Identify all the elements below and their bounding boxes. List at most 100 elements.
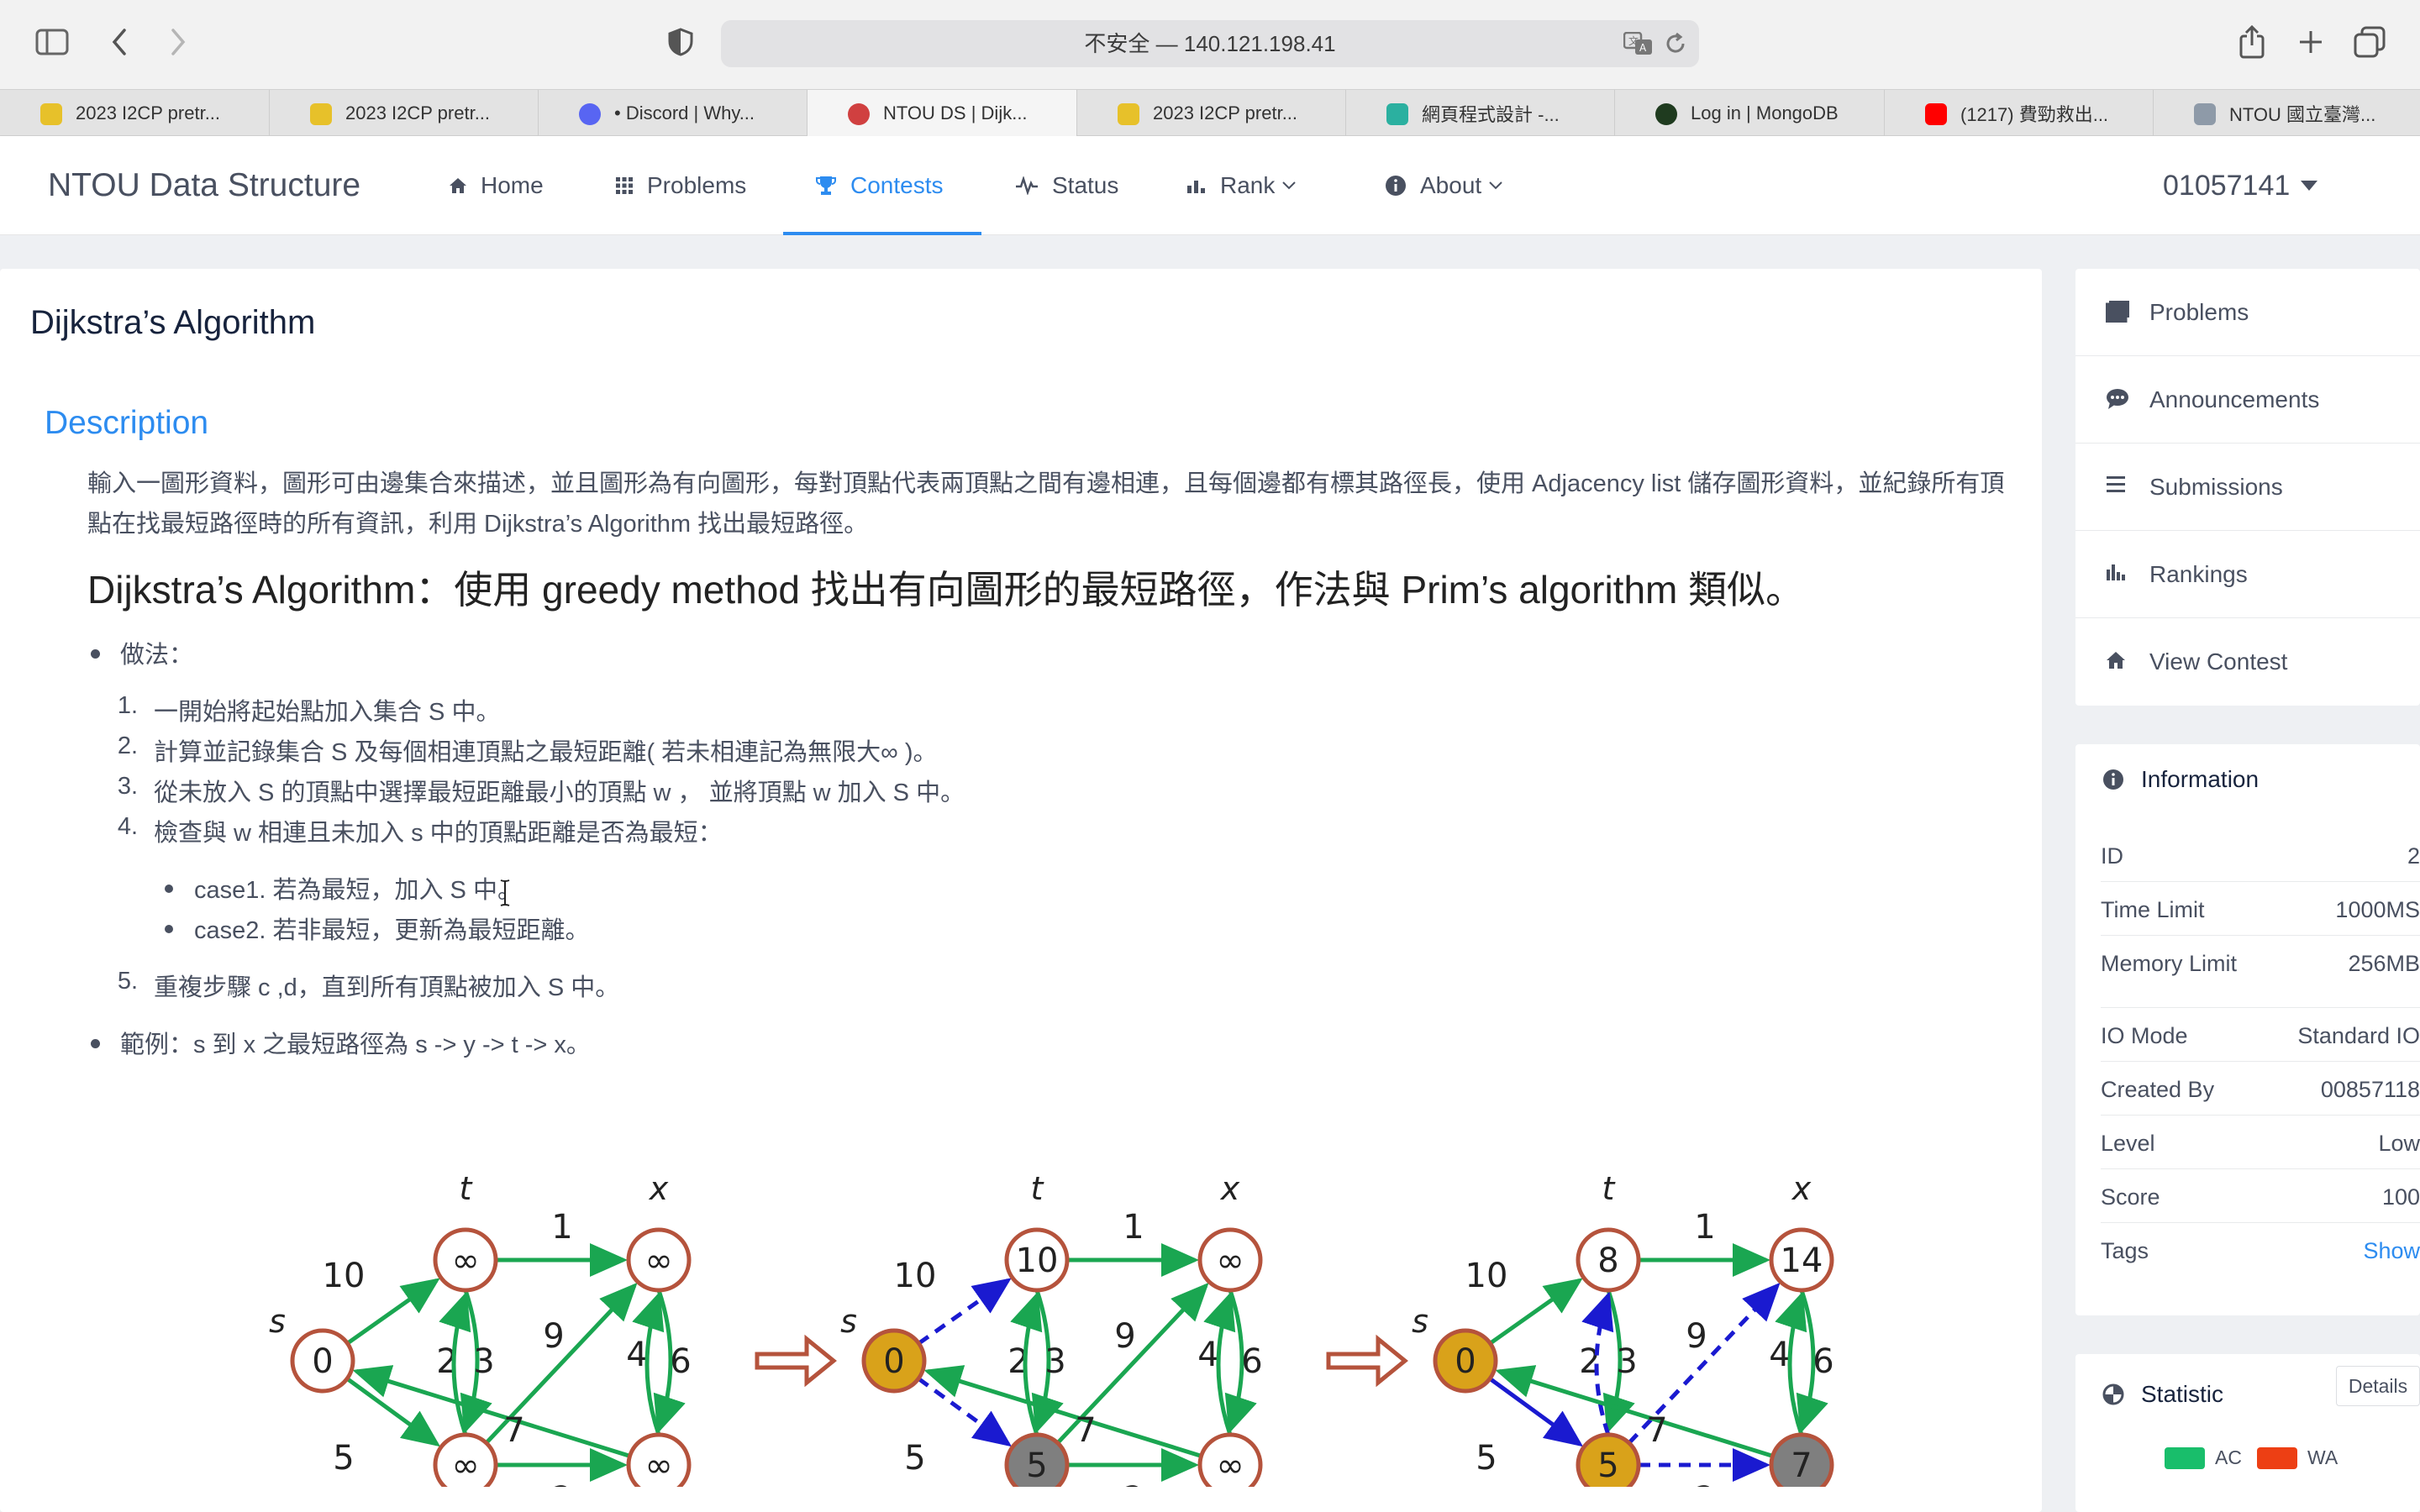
edge-weight-label: 4	[1769, 1336, 1790, 1374]
edge-weight-label: 9	[543, 1317, 564, 1356]
edge-weight-label: 2	[1123, 1480, 1144, 1487]
vertex-distance: ∞	[1216, 1446, 1244, 1485]
vertex-label: x	[1791, 1170, 1812, 1207]
step-item: 重複步驟 c ,d，直到所有頂點被加入 S 中。	[154, 974, 620, 1001]
legend-wa[interactable]: WA	[2257, 1446, 2338, 1469]
nav-about-dropdown[interactable]: About	[1385, 136, 1503, 235]
vertex-label: t	[1602, 1170, 1617, 1207]
info-row-id: ID 2	[2101, 828, 2420, 882]
step-number: 5.	[117, 968, 138, 995]
details-button[interactable]: Details	[2336, 1366, 2420, 1406]
vertex-distance: 0	[1455, 1342, 1476, 1381]
problems-icon	[2106, 301, 2129, 323]
step-item: 計算並記錄集合 S 及每個相連頂點之最短距離( 若未相連記為無限大∞ )。	[154, 739, 938, 766]
hackmd-favicon-icon	[1386, 103, 1408, 125]
browser-tab[interactable]: 2023 I2CP pretr...	[0, 90, 270, 137]
browser-tab[interactable]: 網頁程式設計 -...	[1346, 90, 1615, 137]
vertex-distance: ∞	[1216, 1242, 1244, 1280]
edge-x-z	[1224, 1289, 1257, 1434]
ntou-favicon-icon	[848, 103, 870, 125]
nav-rank-dropdown[interactable]: Rank	[1186, 136, 1297, 235]
info-row-io-mode: IO Mode Standard IO	[2101, 1008, 2420, 1062]
browser-tab-active[interactable]: NTOU DS | Dijk...	[808, 90, 1077, 137]
edge-weight-label: 4	[626, 1336, 647, 1374]
menu-announcements[interactable]: Announcements	[2075, 356, 2420, 444]
algorithm-heading: Dijkstra’s Algorithm：使用 greedy method 找出…	[87, 568, 1805, 612]
contest-side-menu: Problems Announcements Submissions Ranki…	[2075, 269, 2420, 706]
browser-tab[interactable]: (1217) 費勁救出...	[1885, 90, 2154, 137]
browser-tab[interactable]: NTOU 國立臺灣...	[2154, 90, 2420, 137]
information-heading: Information	[2102, 766, 2259, 793]
new-tab-icon[interactable]	[2291, 22, 2331, 62]
nav-contests[interactable]: Contests	[815, 136, 944, 235]
browser-tab[interactable]: 2023 I2CP pretr...	[270, 90, 539, 137]
show-tags-link[interactable]: Show	[2363, 1238, 2420, 1264]
step-number: 2.	[117, 732, 138, 759]
nav-home[interactable]: Home	[449, 136, 544, 235]
graph-2: 10512397462010∞5∞stxyz	[840, 1170, 1263, 1487]
nav-status[interactable]: Status	[1015, 136, 1118, 235]
bullet-dot	[165, 885, 173, 893]
browser-tab[interactable]: 2023 I2CP pretr...	[1077, 90, 1346, 137]
vertex-label: s	[840, 1303, 857, 1340]
edge-weight-label: 5	[333, 1439, 354, 1478]
vertex-distance: ∞	[451, 1446, 479, 1485]
vertex-label: s	[1412, 1303, 1428, 1340]
forward-icon[interactable]	[158, 22, 198, 62]
reload-icon[interactable]	[1664, 32, 1687, 55]
edge-weight-label: 6	[1812, 1342, 1833, 1381]
pulse-icon	[1015, 176, 1039, 195]
edge-z-x	[632, 1291, 665, 1436]
sidebar-toggle-icon[interactable]	[32, 22, 72, 62]
vertex-distance: ∞	[451, 1242, 479, 1280]
edge-weight-label: 9	[1686, 1317, 1707, 1356]
transition-arrow	[1326, 1334, 1408, 1388]
share-icon[interactable]	[2232, 22, 2272, 62]
vertex-distance: 10	[1016, 1242, 1059, 1280]
edge-weight-label: 6	[670, 1342, 691, 1381]
translate-icon[interactable]: 文A	[1623, 32, 1654, 55]
browser-tab[interactable]: Log in | MongoDB	[1615, 90, 1885, 137]
step-number: 3.	[117, 773, 138, 800]
browser-tab[interactable]: • Discord | Why...	[539, 90, 808, 137]
edge-weight-label: 3	[1616, 1342, 1637, 1381]
brand-title[interactable]: NTOU Data Structure	[48, 136, 360, 235]
tab-overview-icon[interactable]	[2349, 22, 2390, 62]
edge-s-y	[345, 1377, 441, 1447]
statistic-heading: Statistic	[2102, 1381, 2223, 1408]
menu-submissions[interactable]: Submissions	[2075, 444, 2420, 531]
legend-ac[interactable]: AC	[2165, 1446, 2242, 1469]
info-row-level: Level Low	[2101, 1116, 2420, 1169]
menu-view-contest[interactable]: View Contest	[2075, 618, 2420, 706]
vertex-label: t	[1031, 1170, 1045, 1207]
privacy-shield-icon[interactable]	[660, 22, 701, 62]
edge-weight-label: 4	[1197, 1336, 1218, 1374]
vertex-label: x	[1220, 1170, 1240, 1207]
back-icon[interactable]	[99, 22, 139, 62]
case-item: case2. 若非最短，更新為最短距離。	[194, 917, 590, 944]
menu-rankings[interactable]: Rankings	[2075, 531, 2420, 618]
edge-weight-label: 10	[323, 1257, 366, 1295]
username: 01057141	[2163, 169, 2291, 202]
edge-weight-label: 1	[1694, 1208, 1715, 1247]
nav-problems[interactable]: Problems	[615, 136, 746, 235]
address-bar[interactable]: 不安全 — 140.121.198.41 文A	[721, 20, 1699, 67]
example-text: 範例：s 到 x 之最短路徑為 s -> y -> t -> x。	[120, 1032, 591, 1058]
discord-favicon-icon	[579, 103, 601, 125]
edge-z-x	[1775, 1291, 1807, 1436]
vertex-distance: 7	[1791, 1446, 1812, 1485]
info-row-tags: Tags Show	[2101, 1238, 2420, 1264]
edge-y-t	[439, 1291, 471, 1436]
list-icon	[2106, 475, 2126, 494]
bullet-dot	[165, 925, 173, 933]
chevron-down-icon	[1488, 181, 1503, 191]
svg-text:A: A	[1639, 42, 1647, 54]
menu-problems[interactable]: Problems	[2075, 269, 2420, 356]
user-menu[interactable]: 01057141	[2163, 136, 2318, 235]
problem-title: Dijkstra’s Algorithm	[30, 304, 316, 341]
edge-weight-label: 3	[473, 1342, 494, 1381]
pie-chart-icon	[2102, 1383, 2124, 1405]
edge-weight-label: 9	[1114, 1317, 1135, 1356]
vertex-distance: 0	[883, 1342, 904, 1381]
notion-favicon-icon	[2194, 103, 2216, 125]
